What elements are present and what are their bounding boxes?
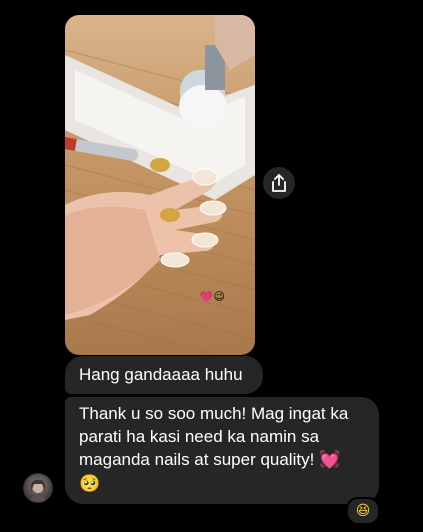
shared-photo[interactable]: 💗😉 bbox=[65, 15, 255, 355]
message-reaction[interactable]: 😆 bbox=[346, 497, 380, 525]
nails-photo-scene bbox=[65, 15, 255, 355]
message-bubble[interactable]: Hang gandaaaa huhu bbox=[65, 356, 263, 394]
heart-emoji: 💓 bbox=[319, 450, 341, 470]
message-text: Hang gandaaaa huhu bbox=[79, 365, 243, 384]
pleading-face-emoji: 🥺 bbox=[79, 474, 101, 494]
avatar-image bbox=[29, 479, 47, 502]
share-button[interactable] bbox=[263, 167, 295, 199]
message-bubble[interactable]: Thank u so soo much! Mag ingat ka parati… bbox=[65, 397, 379, 504]
share-icon bbox=[272, 174, 286, 192]
avatar[interactable] bbox=[23, 473, 53, 503]
message-text: Thank u so soo much! Mag ingat ka parati… bbox=[79, 404, 349, 469]
photo-reactions: 💗😉 bbox=[199, 290, 225, 303]
